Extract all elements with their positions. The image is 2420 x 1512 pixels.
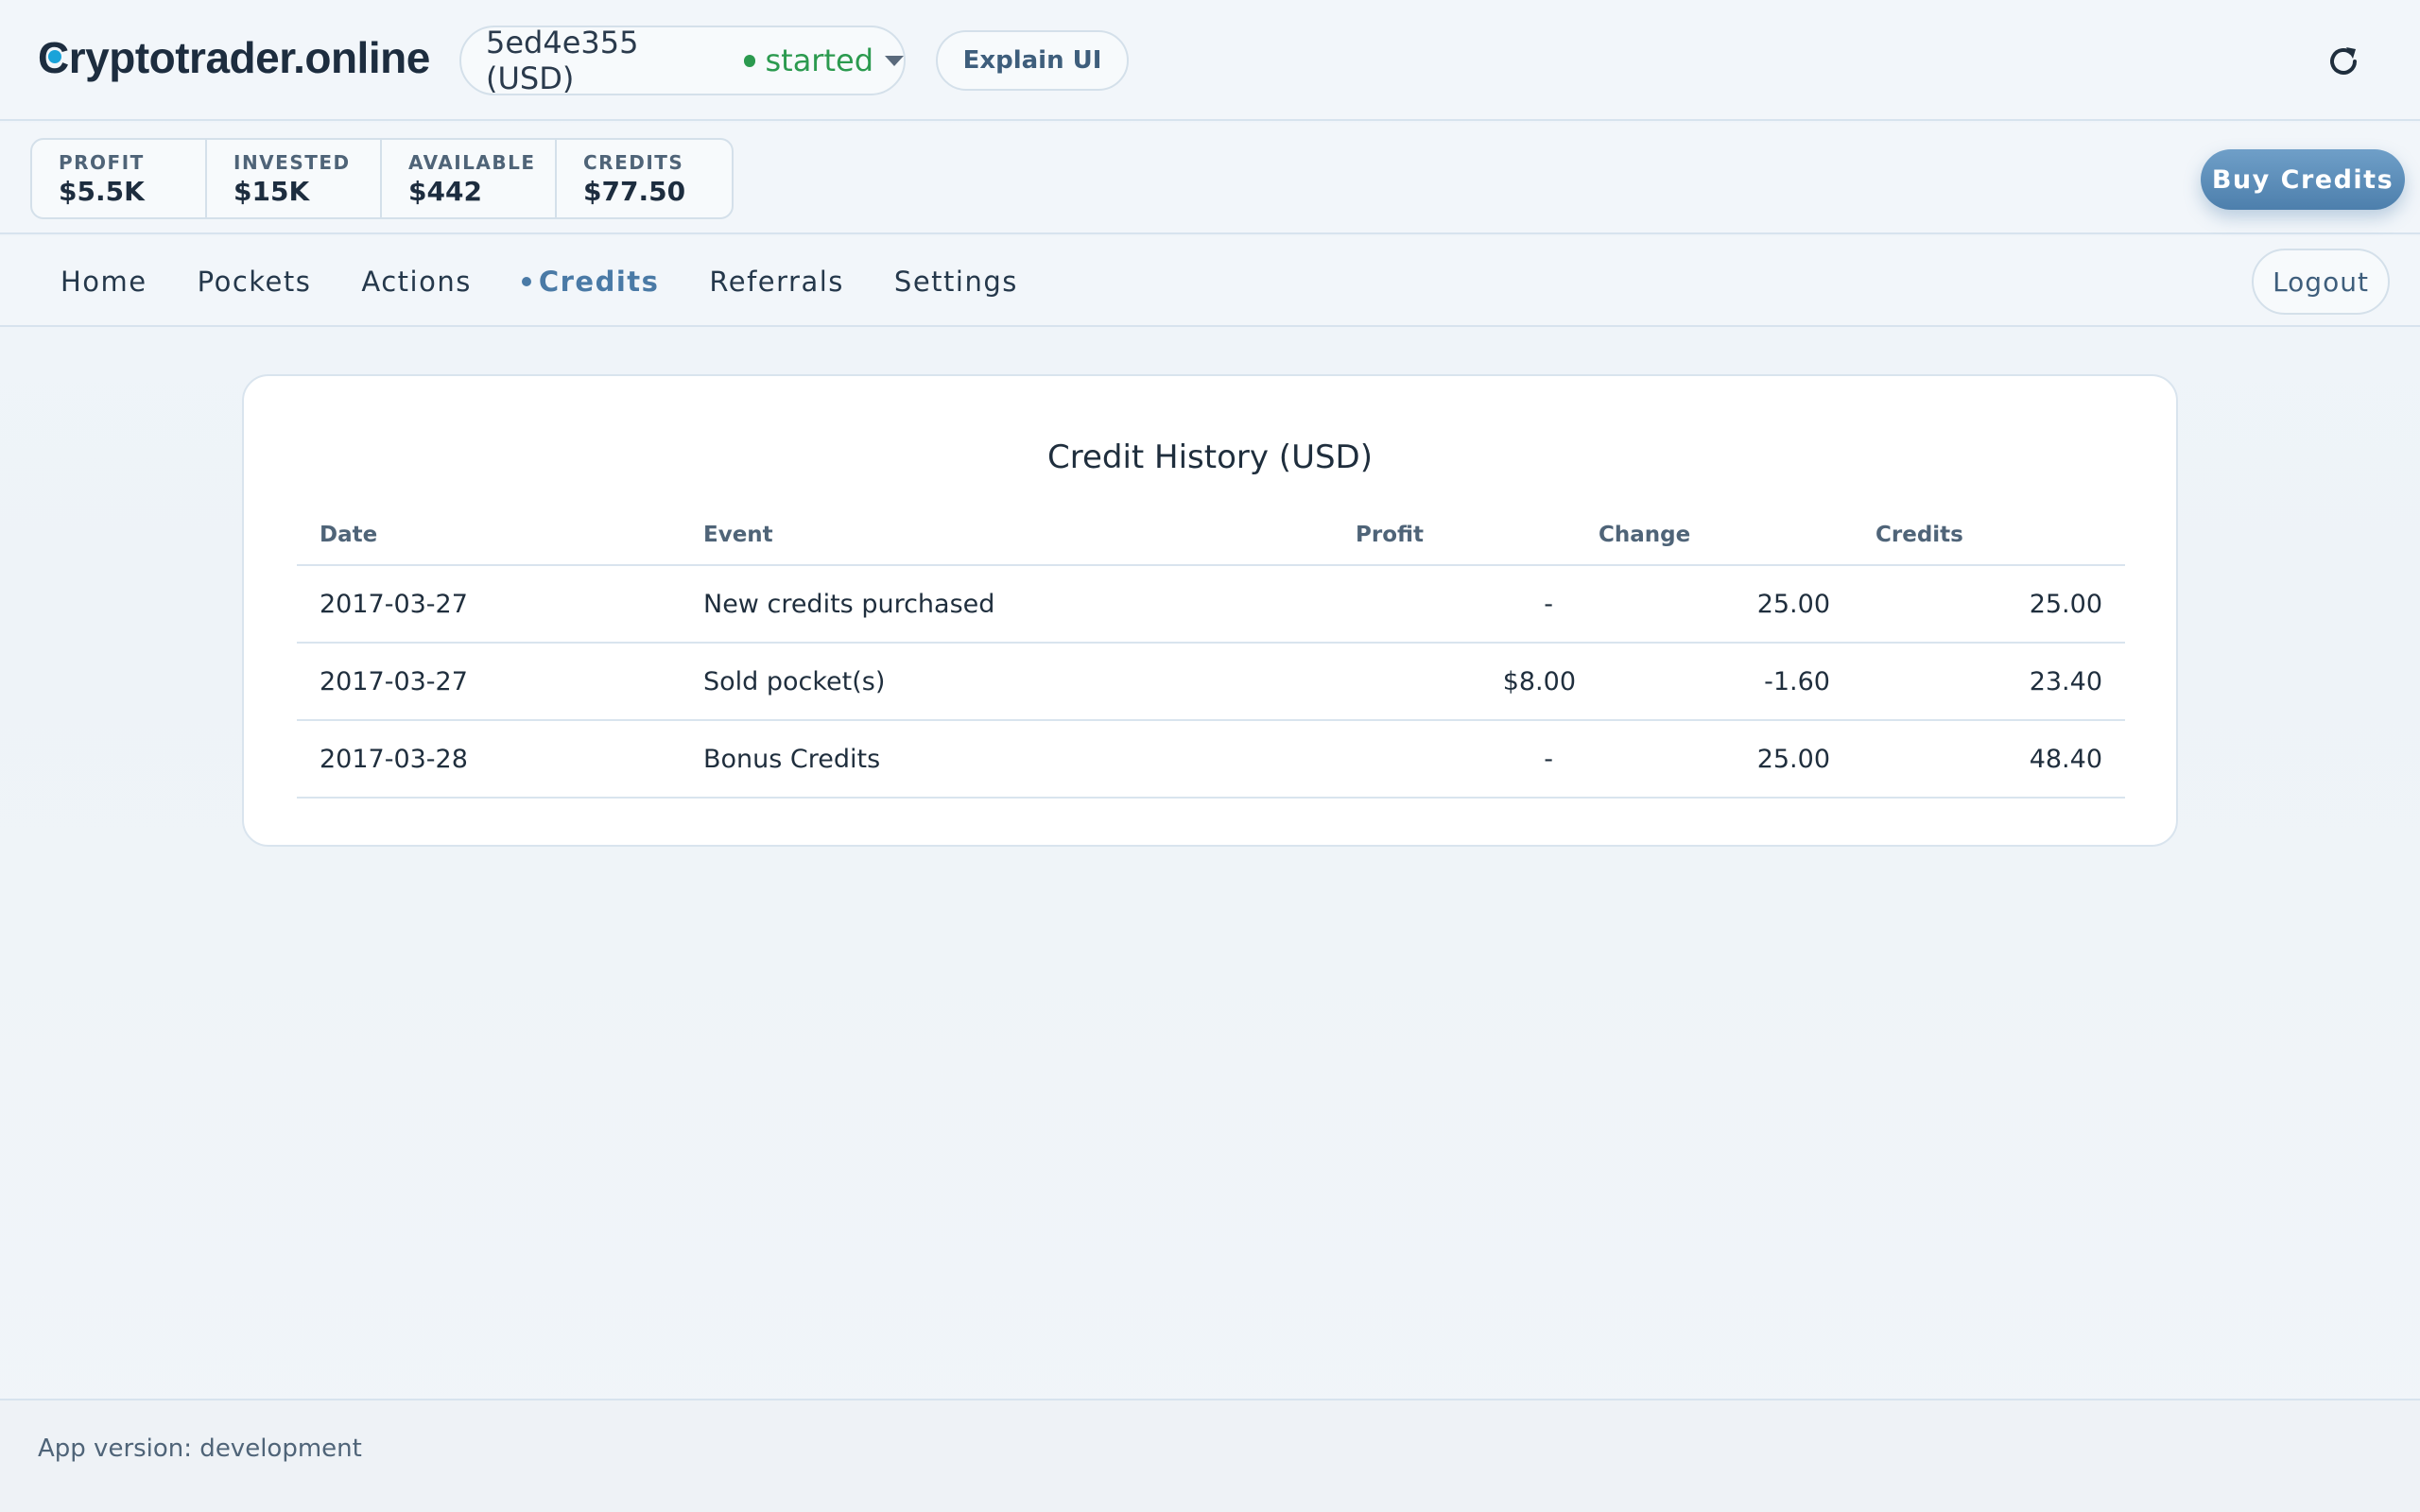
cell-change: 25.00: [1576, 565, 1853, 644]
column-header: Date: [297, 505, 681, 566]
status-indicator-dot: [743, 54, 756, 67]
nav-item-label: Credits: [538, 266, 660, 298]
session-selector[interactable]: 5ed4e355 (USD) started: [459, 25, 906, 96]
nav-item-pockets[interactable]: Pockets: [198, 266, 312, 298]
table-row: 2017-03-27 New credits purchased - 25.00…: [297, 565, 2125, 644]
nav-item-referrals[interactable]: Referrals: [709, 266, 844, 298]
cell-profit: -: [1333, 565, 1576, 644]
credit-history-table: Date Event Profit Change Credits 2017-03…: [297, 505, 2125, 799]
stat-credits: CREDITS $77.50: [557, 140, 732, 217]
brand-dot: [48, 50, 61, 63]
stat-value: $5.5K: [59, 176, 145, 207]
buy-credits-button[interactable]: Buy Credits: [2201, 149, 2405, 210]
cell-event: Bonus Credits: [681, 720, 1333, 799]
logout-button[interactable]: Logout: [2252, 249, 2390, 315]
brand-logo[interactable]: Cryptotrader.online: [38, 32, 430, 83]
nav-item-actions[interactable]: Actions: [361, 266, 471, 298]
session-id: 5ed4e355 (USD): [486, 25, 639, 96]
table-row: 2017-03-27 Sold pocket(s) $8.00 -1.60 23…: [297, 643, 2125, 721]
stats-bar: PROFIT $5.5K INVESTED $15K AVAILABLE $44…: [0, 123, 2420, 234]
top-header: Cryptotrader.online 5ed4e355 (USD) start…: [0, 0, 2420, 121]
nav-items: Home Pockets Actions Credits Referrals S…: [60, 236, 1068, 327]
active-indicator-dot: [521, 277, 531, 286]
cell-profit: -: [1333, 720, 1576, 799]
chevron-down-icon: [885, 55, 904, 66]
cell-event: Sold pocket(s): [681, 643, 1333, 721]
cell-credits: 25.00: [1853, 565, 2125, 644]
refresh-icon[interactable]: [2324, 42, 2363, 81]
footer: App version: development: [0, 1399, 2420, 1512]
cell-date: 2017-03-28: [297, 720, 681, 799]
table-row: 2017-03-28 Bonus Credits - 25.00 48.40: [297, 720, 2125, 799]
stat-label: CREDITS: [583, 151, 684, 174]
nav-item-home[interactable]: Home: [60, 266, 147, 298]
card-title: Credit History (USD): [1046, 438, 1373, 476]
stat-value: $442: [408, 176, 482, 207]
cell-date: 2017-03-27: [297, 565, 681, 644]
cell-credits: 23.40: [1853, 643, 2125, 721]
column-header: Change: [1576, 505, 1853, 566]
stat-profit: PROFIT $5.5K: [32, 140, 207, 217]
stat-value: $15K: [233, 176, 310, 207]
session-status: started: [765, 43, 873, 78]
nav-item-credits[interactable]: Credits: [521, 266, 660, 298]
app-version: App version: development: [38, 1435, 362, 1463]
stat-label: INVESTED: [233, 151, 351, 174]
stats-panel: PROFIT $5.5K INVESTED $15K AVAILABLE $44…: [30, 138, 734, 219]
stat-label: PROFIT: [59, 151, 145, 174]
stat-label: AVAILABLE: [408, 151, 536, 174]
cell-date: 2017-03-27: [297, 643, 681, 721]
stat-invested: INVESTED $15K: [207, 140, 382, 217]
brand-name: ryptotrader.online: [68, 33, 431, 82]
cell-change: 25.00: [1576, 720, 1853, 799]
column-header: Event: [681, 505, 1333, 566]
explain-ui-button[interactable]: Explain UI: [936, 30, 1129, 91]
credit-history-card: Credit History (USD) Date Event Profit C…: [242, 374, 2178, 847]
column-header: Profit: [1333, 505, 1576, 566]
main-nav: Home Pockets Actions Credits Referrals S…: [0, 236, 2420, 327]
stat-value: $77.50: [583, 176, 686, 207]
cell-change: -1.60: [1576, 643, 1853, 721]
column-header: Credits: [1853, 505, 2125, 566]
stat-available: AVAILABLE $442: [382, 140, 557, 217]
cell-event: New credits purchased: [681, 565, 1333, 644]
table-header-row: Date Event Profit Change Credits: [297, 505, 2125, 566]
nav-item-settings[interactable]: Settings: [894, 266, 1018, 298]
cell-profit: $8.00: [1333, 643, 1576, 721]
cell-credits: 48.40: [1853, 720, 2125, 799]
